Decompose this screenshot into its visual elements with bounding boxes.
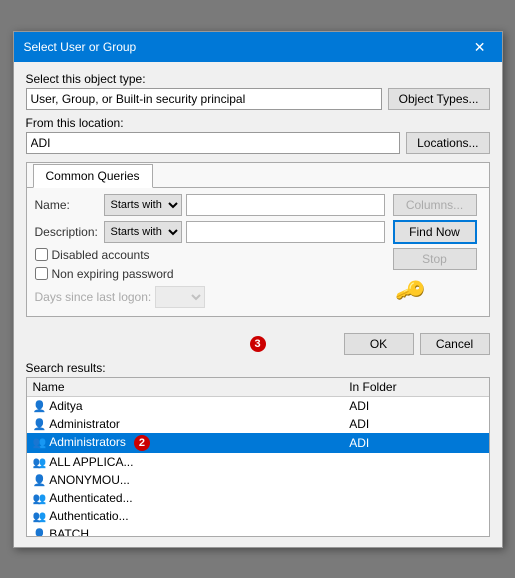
location-label: From this location: <box>26 116 490 130</box>
desc-select-wrapper: Starts with <box>104 221 182 243</box>
table-cell-folder: ADI <box>343 415 488 433</box>
table-cell-folder <box>343 471 488 489</box>
row-name-text: Administrator <box>49 417 120 431</box>
table-cell-name: 👥Authenticatio... <box>27 507 344 525</box>
user-icon: 👥 <box>33 457 47 469</box>
desc-condition-select[interactable]: Starts with <box>104 221 182 243</box>
non-expiring-row: Non expiring password <box>35 267 385 281</box>
name-select-wrapper: Starts with <box>104 194 182 216</box>
title-bar: Select User or Group ✕ <box>14 32 502 62</box>
group-right: Columns... Find Now Stop 🔑 <box>393 194 481 310</box>
table-cell-folder <box>343 525 488 537</box>
common-queries-group: Common Queries Name: Starts with <box>26 162 490 317</box>
location-row: Locations... <box>26 132 490 154</box>
name-value-input[interactable] <box>186 194 385 216</box>
table-row[interactable]: 👥Administrators 2 ADI <box>27 433 489 453</box>
table-cell-name: 👥ALL APPLICA... <box>27 453 344 471</box>
cancel-button[interactable]: Cancel <box>420 333 490 355</box>
name-label: Name: <box>35 198 100 212</box>
row-name-text: Authenticated... <box>49 491 132 505</box>
row-name-text: Authenticatio... <box>49 509 128 523</box>
name-condition-select[interactable]: Starts with <box>104 194 182 216</box>
tab-strip: Common Queries <box>27 163 489 188</box>
object-types-button[interactable]: Object Types... <box>388 88 490 110</box>
ok-cancel-above-row: 3 OK Cancel <box>14 327 502 359</box>
table-cell-name: 👤Administrator <box>27 415 344 433</box>
table-cell-name: 👤BATCH <box>27 525 344 537</box>
table-cell-name: 👤Aditya <box>27 396 344 415</box>
close-button[interactable]: ✕ <box>468 38 492 56</box>
non-expiring-label: Non expiring password <box>52 267 174 281</box>
col-folder: In Folder <box>343 378 488 397</box>
ok-button[interactable]: OK <box>344 333 414 355</box>
days-select[interactable] <box>155 286 205 308</box>
object-type-section: Select this object type: Object Types... <box>26 72 490 110</box>
results-table-wrapper[interactable]: Name In Folder 👤AdityaADI👤AdministratorA… <box>26 377 490 537</box>
table-row[interactable]: 👥Authenticated... <box>27 489 489 507</box>
user-icon: 👤 <box>33 419 47 431</box>
row-name-text: ANONYMOU... <box>49 473 130 487</box>
col-name: Name <box>27 378 344 397</box>
row-name-text: Aditya <box>49 399 82 413</box>
table-header: Name In Folder <box>27 378 489 397</box>
table-row[interactable]: 👥Authenticatio... <box>27 507 489 525</box>
table-row[interactable]: 👤ANONYMOU... <box>27 471 489 489</box>
table-cell-folder: ADI <box>343 396 488 415</box>
dialog-body: Select this object type: Object Types...… <box>14 62 502 327</box>
user-icon: 👥 <box>33 511 47 523</box>
row-name-text: BATCH <box>49 527 89 537</box>
tab-common-queries[interactable]: Common Queries <box>33 164 153 188</box>
results-table: Name In Folder 👤AdityaADI👤AdministratorA… <box>27 378 489 537</box>
desc-value-input[interactable] <box>186 221 385 243</box>
user-icon: 👤 <box>33 529 47 537</box>
disabled-label: Disabled accounts <box>52 248 150 262</box>
search-results-label: Search results: <box>14 359 502 377</box>
user-icon: 👤 <box>33 475 47 487</box>
find-now-button[interactable]: Find Now <box>393 220 477 244</box>
table-cell-name: 👥Administrators 2 <box>27 433 344 453</box>
object-type-input[interactable] <box>26 88 382 110</box>
non-expiring-checkbox[interactable] <box>35 267 48 280</box>
locations-button[interactable]: Locations... <box>406 132 489 154</box>
dialog-title: Select User or Group <box>24 40 137 54</box>
disabled-accounts-checkbox[interactable] <box>35 248 48 261</box>
desc-label: Description: <box>35 225 100 239</box>
badge-3: 3 <box>250 336 266 352</box>
object-type-label: Select this object type: <box>26 72 490 86</box>
desc-field-row: Description: Starts with <box>35 221 385 243</box>
table-cell-folder <box>343 507 488 525</box>
key-icon: 🔑 <box>387 268 433 314</box>
table-cell-name: 👤ANONYMOU... <box>27 471 344 489</box>
location-section: From this location: Locations... <box>26 116 490 154</box>
disabled-accounts-row: Disabled accounts <box>35 248 385 262</box>
days-label: Days since last logon: <box>35 290 152 304</box>
select-user-dialog: Select User or Group ✕ Select this objec… <box>13 31 503 548</box>
stop-button[interactable]: Stop <box>393 248 477 270</box>
table-row[interactable]: 👤BATCH <box>27 525 489 537</box>
location-input[interactable] <box>26 132 401 154</box>
days-row: Days since last logon: <box>35 286 385 308</box>
user-icon: 👥 <box>33 437 47 449</box>
columns-button[interactable]: Columns... <box>393 194 477 216</box>
object-type-row: Object Types... <box>26 88 490 110</box>
table-row[interactable]: 👤AdministratorADI <box>27 415 489 433</box>
table-row[interactable]: 👥ALL APPLICA... <box>27 453 489 471</box>
badge-2: 2 <box>134 435 150 451</box>
table-row[interactable]: 👤AdityaADI <box>27 396 489 415</box>
group-content: Name: Starts with Description: <box>35 194 481 310</box>
name-field-row: Name: Starts with <box>35 194 385 216</box>
table-cell-folder: ADI <box>343 433 488 453</box>
row-name-text: ALL APPLICA... <box>49 455 133 469</box>
user-icon: 👥 <box>33 493 47 505</box>
user-icon: 👤 <box>33 401 47 413</box>
table-cell-name: 👥Authenticated... <box>27 489 344 507</box>
group-left: Name: Starts with Description: <box>35 194 385 310</box>
table-cell-folder <box>343 489 488 507</box>
row-name-text: Administrators <box>49 435 126 449</box>
table-cell-folder <box>343 453 488 471</box>
